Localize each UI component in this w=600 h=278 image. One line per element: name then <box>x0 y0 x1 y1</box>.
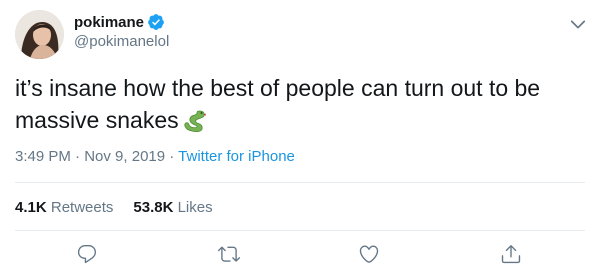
retweets-stat[interactable]: 4.1K Retweets <box>15 199 113 216</box>
snake-emoji-icon <box>181 107 207 133</box>
avatar[interactable] <box>15 10 64 59</box>
tweet-card: pokimane @pokimanelol it’s insane how th… <box>0 0 600 278</box>
tweet-meta: 3:49 PM · Nov 9, 2019 · Twitter for iPho… <box>15 148 295 165</box>
name-line: pokimane <box>74 13 165 31</box>
divider <box>15 230 585 231</box>
share-icon[interactable] <box>500 243 522 265</box>
meta-separator: · <box>70 148 85 165</box>
display-name[interactable]: pokimane <box>74 14 144 31</box>
verified-badge-icon <box>147 13 165 31</box>
divider <box>15 182 585 183</box>
retweets-label: Retweets <box>50 199 114 216</box>
retweets-count: 4.1K <box>15 199 47 216</box>
more-options-icon[interactable] <box>568 14 588 34</box>
likes-count: 53.8K <box>133 199 174 216</box>
avatar-image <box>15 10 64 59</box>
meta-separator-2: · <box>165 148 179 165</box>
reply-icon[interactable] <box>76 243 98 265</box>
tweet-source-link[interactable]: Twitter for iPhone <box>178 148 295 165</box>
user-handle[interactable]: @pokimanelol <box>74 33 169 50</box>
likes-label: Likes <box>177 199 213 216</box>
tweet-text: it’s insane how the best of people can t… <box>15 72 585 136</box>
like-icon[interactable] <box>358 243 380 265</box>
tweet-date[interactable]: Nov 9, 2019 <box>84 148 165 165</box>
likes-stat[interactable]: 53.8K Likes <box>133 199 212 216</box>
tweet-stats: 4.1K Retweets 53.8K Likes <box>15 199 233 216</box>
tweet-time[interactable]: 3:49 PM <box>15 148 71 165</box>
action-bar <box>0 240 600 270</box>
retweet-icon[interactable] <box>218 243 240 265</box>
tweet-body: it’s insane how the best of people can t… <box>15 75 541 133</box>
